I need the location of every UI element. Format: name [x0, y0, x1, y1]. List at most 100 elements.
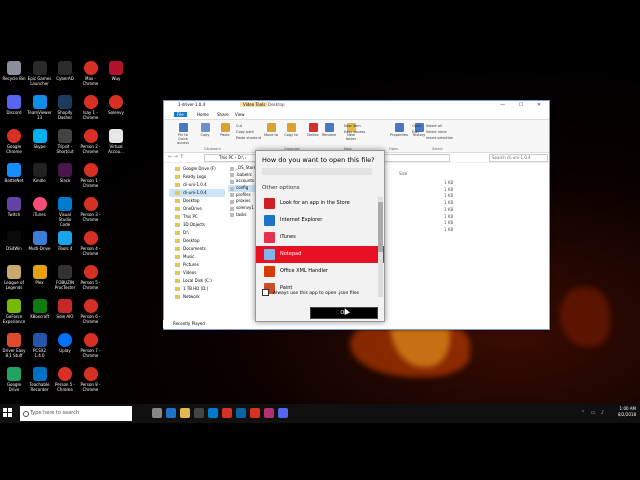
recently-played[interactable]: Recently Played — [163, 320, 263, 328]
desktop-icon[interactable]: Tripsit - Shortcut — [53, 129, 77, 154]
chrome-2-taskbar-icon[interactable] — [250, 408, 260, 418]
ribbon-small-button[interactable]: Select all — [426, 124, 442, 128]
desktop-icon[interactable]: Epic Games Launcher — [28, 61, 52, 86]
desktop-icon[interactable]: Wuy — [104, 61, 128, 81]
nav-item[interactable]: Videos — [169, 269, 225, 277]
tab-share[interactable]: Share — [214, 112, 232, 117]
desktop-icon[interactable]: FOBUZIN ProcTester — [53, 265, 77, 290]
desktop-icon[interactable]: PCSX2 1.4.0 — [28, 333, 52, 358]
ribbon-button[interactable]: Copy to — [282, 123, 300, 137]
desktop-icon[interactable]: Person 3 - Chrome — [79, 197, 103, 222]
desktop-icon[interactable]: Plex — [28, 265, 52, 285]
desktop-icon[interactable]: Shopify Dasher — [53, 95, 77, 120]
desktop-icon[interactable]: Slack — [53, 163, 77, 183]
desktop-icon[interactable]: Multi-Drive — [28, 231, 52, 251]
desktop-icon[interactable]: Isay 1 - Chrome — [79, 95, 103, 120]
desktop-icon[interactable]: BattleNet — [2, 163, 26, 183]
sole-taskbar-icon[interactable] — [264, 408, 274, 418]
desktop-icon[interactable]: Visual Studio Code — [53, 197, 77, 227]
size-header[interactable]: Size — [399, 171, 407, 176]
ribbon-small-button[interactable]: New item — [344, 124, 361, 128]
nav-item[interactable]: Network — [169, 293, 225, 301]
desktop-icon[interactable]: iTunes — [28, 197, 52, 217]
desktop-icon[interactable]: CyberAD — [53, 61, 77, 81]
tab-home[interactable]: Home — [194, 112, 212, 117]
ribbon-button[interactable]: Rename — [320, 123, 338, 137]
app-option[interactable]: Notepad — [256, 246, 384, 263]
desktop-icon[interactable]: Google Chrome — [2, 129, 26, 154]
desktop-icon[interactable]: Person 6 - Chrome — [79, 299, 103, 324]
desktop-icon[interactable]: XBoxcraft — [28, 299, 52, 319]
always-use-checkbox[interactable] — [262, 289, 269, 296]
desktop-icon[interactable]: Person 4 - Chrome — [79, 231, 103, 256]
nav-item[interactable]: Music — [169, 253, 225, 261]
desktop-icon[interactable]: Kindle — [28, 163, 52, 183]
nav-item[interactable]: 1 TB HD (D:) — [169, 285, 225, 293]
ribbon-small-button[interactable]: Invert selection — [426, 136, 453, 140]
ribbon-small-button[interactable]: Open — [412, 124, 421, 128]
desktop-icon[interactable]: Max - Chrome — [79, 61, 103, 86]
tab-file[interactable]: File — [174, 112, 187, 117]
ribbon-small-button[interactable]: Copy path — [236, 130, 254, 134]
vscode-taskbar-icon[interactable] — [208, 408, 218, 418]
app-option[interactable]: Office XML Handler — [256, 263, 384, 280]
nav-item[interactable]: Ready Logo — [169, 173, 225, 181]
desktop-icon[interactable]: TeamViewer 13 — [28, 95, 52, 120]
desktop-icon[interactable]: Person 5 - Chrome — [79, 265, 103, 290]
desktop-icon[interactable]: Person 1 - Chrome — [79, 163, 103, 188]
nav-item[interactable]: 3D Objects — [169, 221, 225, 229]
file-explorer-taskbar-icon[interactable] — [180, 408, 190, 418]
ribbon-button[interactable]: Copy — [196, 123, 214, 137]
desktop-icon[interactable]: Discord — [2, 95, 26, 115]
nav-item[interactable]: Desktop — [169, 237, 225, 245]
app-option[interactable]: Look for an app in the Store — [256, 195, 384, 212]
app-option[interactable]: iTunes — [256, 229, 384, 246]
nav-item[interactable]: This PC — [169, 213, 225, 221]
desktop-icon[interactable]: Person 8 - Chrome — [79, 367, 103, 392]
taskbar-search[interactable]: Type here to search — [20, 406, 132, 421]
desktop-icon[interactable]: DS4Win — [2, 231, 26, 251]
desktop-icon[interactable]: Google Drive — [2, 367, 26, 392]
edge-taskbar-icon[interactable] — [166, 408, 176, 418]
desktop-icon[interactable]: Sole AIO — [53, 299, 77, 319]
vscode-2-taskbar-icon[interactable] — [236, 408, 246, 418]
nav-item[interactable]: cli-uni-1.0.4 — [169, 181, 225, 189]
recommended-app[interactable] — [262, 168, 372, 175]
nav-item[interactable]: Desktop — [169, 197, 225, 205]
discord-taskbar-icon[interactable] — [278, 408, 288, 418]
tab-view[interactable]: View — [232, 112, 248, 117]
clock[interactable]: 1:00 AM 8/2/2018 — [618, 406, 636, 418]
nav-item[interactable]: D:\ — [169, 229, 225, 237]
desktop-icon[interactable]: Solenvy — [104, 95, 128, 115]
desktop-icon[interactable]: Skype — [28, 129, 52, 149]
system-tray-icons[interactable]: ⌃ ▭ ♪ — [581, 410, 606, 416]
chrome-taskbar-icon[interactable] — [222, 408, 232, 418]
desktop-icon[interactable]: Uplay — [53, 333, 77, 353]
nav-item[interactable]: cli-uni-1.0.4 — [169, 189, 225, 197]
nav-item[interactable]: Pictures — [169, 261, 225, 269]
ribbon-button[interactable]: Move to — [262, 123, 280, 137]
store-taskbar-icon[interactable] — [194, 408, 204, 418]
nav-item[interactable]: Google Drive (F) — [169, 165, 225, 173]
nav-arrows-icon[interactable]: ← → ↑ — [168, 154, 184, 160]
scrollbar[interactable] — [378, 197, 383, 297]
context-tab[interactable]: Video Tools — [240, 102, 269, 107]
desktop-icon[interactable]: Virtual Accou... — [104, 129, 128, 154]
desktop-icon[interactable]: Person 7 - Chrome — [79, 333, 103, 358]
ribbon-button[interactable]: Pin to Quick access — [174, 123, 192, 145]
nav-item[interactable]: Documents — [169, 245, 225, 253]
desktop-icon[interactable]: GeForce Experience — [2, 299, 26, 324]
ribbon-small-button[interactable]: Easy access — [344, 130, 365, 134]
desktop-icon[interactable]: Driver Easy 8.1 Stuff — [2, 333, 26, 358]
ribbon-button[interactable]: Paste — [216, 123, 234, 137]
ribbon-small-button[interactable]: Select none — [426, 130, 447, 134]
nav-item[interactable]: OneDrive — [169, 205, 225, 213]
desktop-icon[interactable]: Person 2 - Chrome — [79, 129, 103, 154]
desktop-icon[interactable]: Recycle Bin — [2, 61, 26, 81]
desktop-icon[interactable]: League of Legends — [2, 265, 26, 290]
always-use-option[interactable]: Always use this app to open .json files — [262, 289, 359, 296]
task-view-taskbar-icon[interactable] — [152, 408, 162, 418]
window-controls[interactable]: — ☐ ✕ — [500, 102, 547, 108]
windows-start-icon[interactable] — [3, 408, 13, 418]
scrollbar-thumb[interactable] — [378, 202, 383, 252]
